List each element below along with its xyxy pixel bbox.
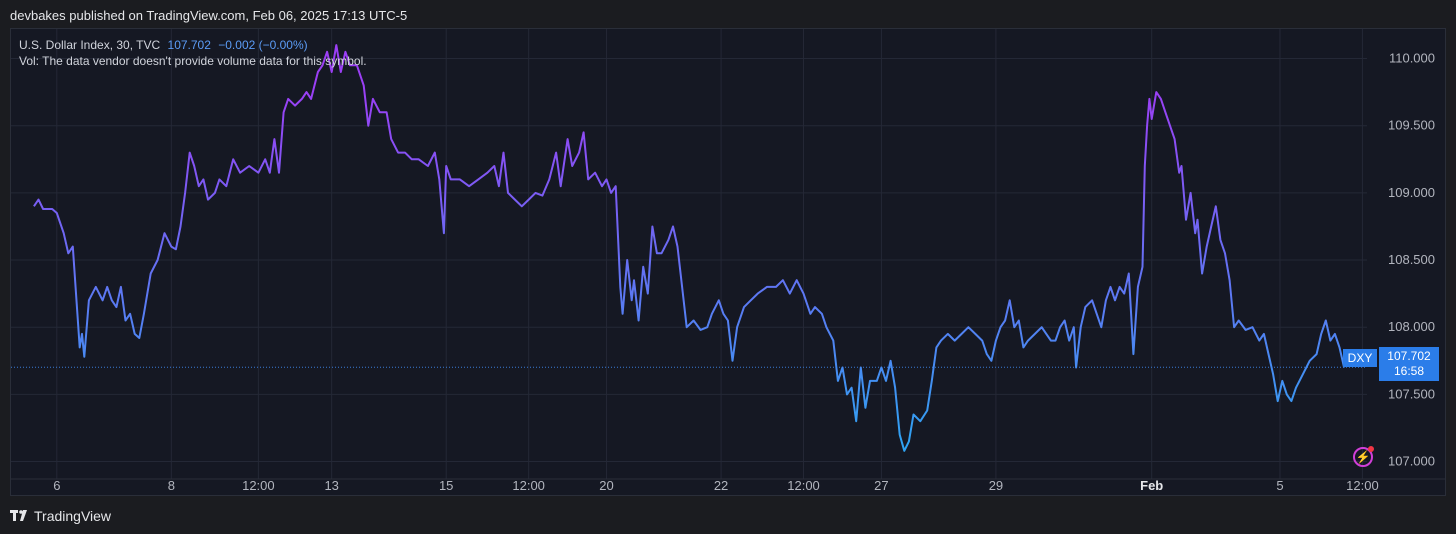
- y-tick-label: 110.000: [1389, 51, 1435, 66]
- grid: [11, 29, 1367, 479]
- y-tick-label: 109.000: [1388, 185, 1435, 200]
- chart-frame[interactable]: 6 8 12:00 13 15 12:00 20 22 12:00 27 29 Feb 5 12:00 1…: [10, 28, 1446, 496]
- footer: TradingView: [10, 508, 111, 524]
- volume-note: Vol: The data vendor doesn't provide vol…: [19, 54, 367, 68]
- publish-header: devbakes published on TradingView.com, F…: [10, 8, 408, 23]
- price-tag-value: 107.702: [1387, 349, 1431, 363]
- x-tick-label: 27: [874, 478, 888, 493]
- x-tick-label: 13: [324, 478, 338, 493]
- x-tick-label: 15: [439, 478, 453, 493]
- x-axis: 6 8 12:00 13 15 12:00 20 22 12:00 27 29 Feb 5 12:00: [11, 478, 1445, 493]
- x-tick-label: Feb: [1140, 478, 1163, 493]
- y-tick-label: 108.000: [1388, 319, 1435, 334]
- x-tick-label: 12:00: [1346, 478, 1379, 493]
- y-tick-label: 109.500: [1388, 118, 1435, 133]
- last-price: 107.702: [167, 38, 211, 52]
- price-tag: 107.702 16:58: [1379, 347, 1439, 381]
- symbol-tag: DXY: [1343, 349, 1377, 367]
- price-line: [33, 44, 1346, 452]
- y-tick-label: 108.500: [1388, 252, 1435, 267]
- price-change: −0.002 (−0.00%): [218, 38, 308, 52]
- lightning-icon[interactable]: ⚡: [1353, 446, 1374, 467]
- y-tick-label: 107.500: [1388, 386, 1435, 401]
- x-tick-label: 5: [1276, 478, 1283, 493]
- chart-legend: U.S. Dollar Index, 30, TVC 107.702 −0.00…: [19, 37, 367, 69]
- y-tick-label: 107.000: [1388, 454, 1435, 469]
- x-tick-label: 8: [168, 478, 175, 493]
- price-chart[interactable]: 6 8 12:00 13 15 12:00 20 22 12:00 27 29 Feb 5 12:00 1…: [11, 29, 1445, 495]
- x-tick-label: 6: [53, 478, 60, 493]
- x-tick-label: 12:00: [242, 478, 275, 493]
- x-tick-label: 29: [989, 478, 1003, 493]
- y-axis: 110.000 109.500 109.000 108.500 108.000 107.5…: [1388, 51, 1435, 469]
- x-tick-label: 12:00: [787, 478, 820, 493]
- x-tick-label: 20: [599, 478, 613, 493]
- symbol-name[interactable]: U.S. Dollar Index, 30, TVC: [19, 38, 160, 52]
- x-tick-label: 12:00: [512, 478, 545, 493]
- tradingview-logo-icon: [10, 510, 27, 521]
- footer-brand: TradingView: [34, 508, 112, 524]
- price-tag-countdown: 16:58: [1393, 364, 1425, 378]
- x-tick-label: 22: [714, 478, 728, 493]
